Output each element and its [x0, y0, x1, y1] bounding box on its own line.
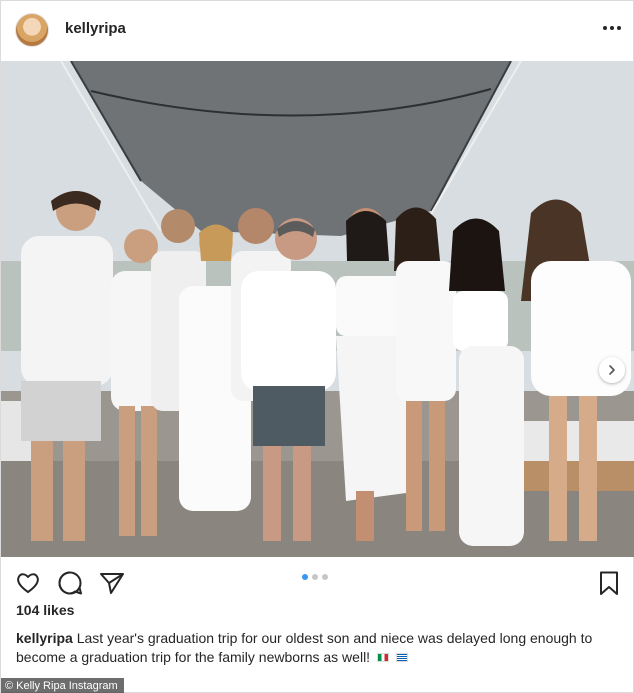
- chevron-right-icon[interactable]: [599, 357, 625, 383]
- caption-username[interactable]: kellyripa: [16, 630, 73, 646]
- caption-text: Last year's graduation trip for our olde…: [16, 630, 593, 665]
- greece-flag-icon: [395, 652, 408, 662]
- post-actions: [1, 561, 634, 601]
- likes-count[interactable]: 104 likes: [16, 602, 74, 618]
- profile-avatar[interactable]: [15, 13, 49, 47]
- bookmark-icon[interactable]: [595, 569, 623, 597]
- more-options-icon[interactable]: [601, 17, 623, 39]
- instagram-post: kellyripa 104 likes kellyripa Last year'…: [0, 0, 634, 693]
- post-caption: kellyripa Last year's graduation trip fo…: [16, 629, 626, 667]
- group-photo: [1, 61, 634, 557]
- heart-icon[interactable]: [14, 569, 42, 597]
- carousel-dot[interactable]: [322, 574, 328, 580]
- carousel-dot[interactable]: [312, 574, 318, 580]
- carousel-dot[interactable]: [302, 574, 308, 580]
- comment-icon[interactable]: [56, 569, 84, 597]
- post-username[interactable]: kellyripa: [65, 20, 126, 37]
- italy-flag-icon: [376, 652, 389, 662]
- paper-plane-icon[interactable]: [98, 569, 126, 597]
- photo-credit: © Kelly Ripa Instagram: [1, 678, 124, 693]
- post-photo[interactable]: [1, 61, 634, 557]
- carousel-indicator: [302, 574, 328, 580]
- post-header: kellyripa: [1, 1, 634, 59]
